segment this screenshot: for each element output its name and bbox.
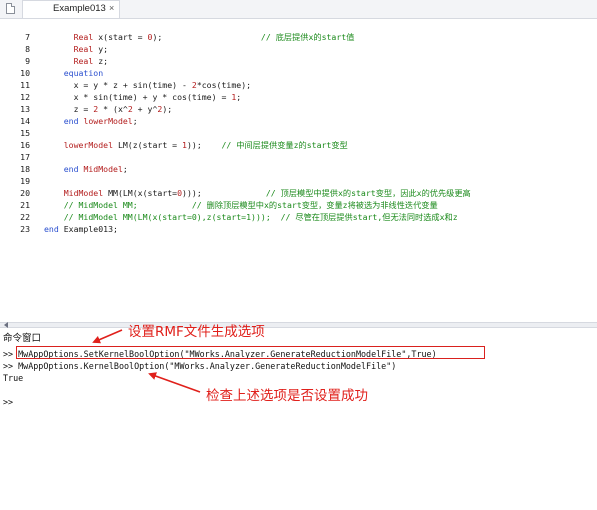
arrow-to-command bbox=[92, 329, 123, 344]
annotation-check-option: 检查上述选项是否设置成功 bbox=[206, 388, 368, 404]
annotation-arrows bbox=[92, 329, 201, 393]
arrow-to-result bbox=[148, 372, 201, 393]
annotation-set-option: 设置RMF文件生成选项 bbox=[128, 324, 265, 340]
